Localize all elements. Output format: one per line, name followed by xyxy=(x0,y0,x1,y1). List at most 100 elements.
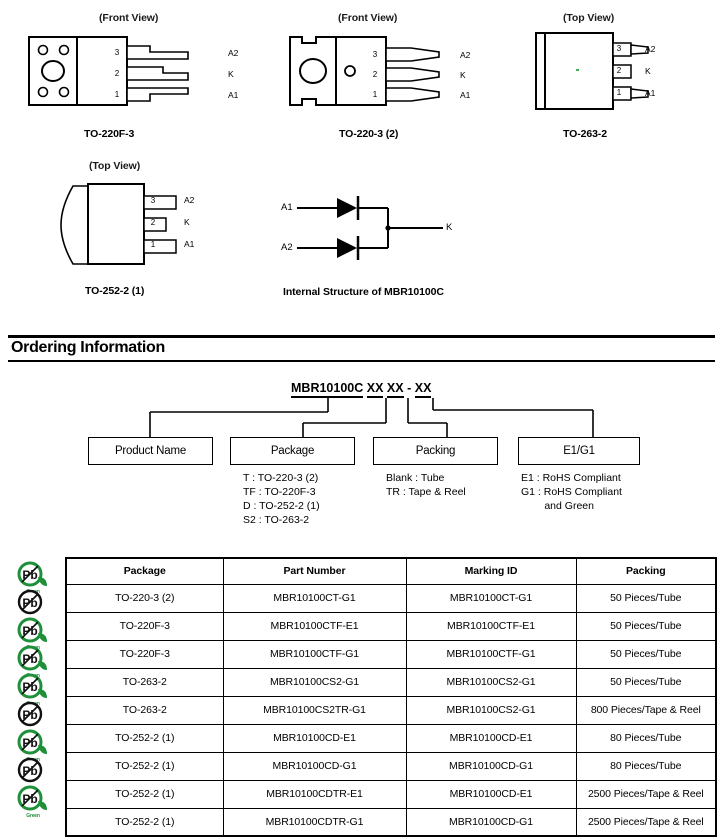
cell-part-number: MBR10100CS2-G1 xyxy=(222,667,407,697)
datasheet-page: (Front View) 3 2 1 A2 K A1 TO-220F-3 (Fr… xyxy=(0,0,723,839)
pb-green-icon: Pb xyxy=(16,673,50,701)
cell-packing: 80 Pieces/Tube xyxy=(575,723,717,753)
table-row: TO-252-2 (1) MBR10100CD-G1 MBR10100CD-G1… xyxy=(65,751,717,781)
cell-part-number: MBR10100CT-G1 xyxy=(222,583,407,613)
view-label-to-263-2: (Top View) xyxy=(563,12,615,24)
ordering-code-product: MBR10100C xyxy=(291,381,364,398)
pb-green-label: Green xyxy=(26,813,40,819)
ordering-table: Package Part Number Marking ID Packing T… xyxy=(65,557,717,837)
cell-packing: 50 Pieces/Tube xyxy=(575,611,717,641)
cell-packing: 800 Pieces/Tape & Reel xyxy=(575,695,717,725)
pin-number-to-220-3-2-3: 3 xyxy=(372,50,378,59)
pin-number-to-252-2-1-1: 1 xyxy=(150,240,156,249)
cell-part-number: MBR10100CS2TR-G1 xyxy=(222,695,407,725)
view-label-to-220-3-2: (Front View) xyxy=(338,12,398,24)
ordering-connector-lines xyxy=(85,398,645,438)
cell-packing: 80 Pieces/Tube xyxy=(575,751,717,781)
package-name-to-220f-3: TO-220F-3 xyxy=(84,128,135,140)
ordering-box-product-name: Product Name xyxy=(88,437,213,465)
table-header-package: Package xyxy=(65,557,224,585)
pb-green-icon: Pb xyxy=(16,561,50,589)
ordering-box-package: Package xyxy=(230,437,355,465)
package-name-to-263-2: TO-263-2 xyxy=(563,128,607,140)
pb-green-icon: Pb xyxy=(16,645,50,673)
ordering-box-grade-label: E1/G1 xyxy=(563,445,595,457)
pb-black-icon: Pb xyxy=(16,589,50,617)
pin-label-to-220f-3-a1: A1 xyxy=(228,90,239,100)
package-name-to-252-2-1: TO-252-2 (1) xyxy=(85,285,145,297)
pin-number-to-220-3-2-1: 1 xyxy=(372,90,378,99)
ordering-box-grade: E1/G1 xyxy=(518,437,640,465)
package-drawing-to-220f-3 xyxy=(28,36,228,108)
table-row: TO-252-2 (1) MBR10100CDTR-E1 MBR10100CD-… xyxy=(65,779,717,809)
pin-number-to-220f-3-2: 2 xyxy=(114,69,120,78)
cell-package: TO-220-3 (2) xyxy=(65,583,224,613)
ordering-box-packing-label: Packing xyxy=(415,445,456,457)
rohs-badge-column: Pb Green Pb Pb xyxy=(10,561,62,819)
pb-black-icon: Pb xyxy=(16,701,50,729)
ordering-notes-grade: E1 : RoHS Compliant G1 : RoHS Compliant … xyxy=(521,472,622,512)
cell-packing: 2500 Pieces/Tape & Reel xyxy=(575,779,717,809)
package-name-to-220-3-2: TO-220-3 (2) xyxy=(339,128,399,140)
section-rule-top xyxy=(8,335,715,338)
ordering-box-package-label: Package xyxy=(270,445,315,457)
pin-label-to-220-3-2-a2: A2 xyxy=(460,50,471,60)
table-header-row: Package Part Number Marking ID Packing xyxy=(65,557,717,585)
pb-black-icon: Pb xyxy=(16,757,50,785)
ordering-code-line: MBR10100C XX XX - XX xyxy=(291,381,432,398)
pin-label-to-220-3-2-k: K xyxy=(460,70,466,80)
pin-label-to-263-2-a1: A1 xyxy=(645,88,656,98)
ordering-code-grade: XX xyxy=(414,381,432,398)
pin-label-to-263-2-a2: A2 xyxy=(645,44,656,54)
cell-packing: 2500 Pieces/Tape & Reel xyxy=(575,807,717,837)
pin-label-to-220f-3-a2: A2 xyxy=(228,48,239,58)
ordering-notes-packing: Blank : Tube TR : Tape & Reel xyxy=(386,472,466,498)
cell-marking-id: MBR10100CD-G1 xyxy=(405,751,577,781)
cell-package: TO-252-2 (1) xyxy=(65,723,224,753)
cell-marking-id: MBR10100CS2-G1 xyxy=(405,667,577,697)
cell-package: TO-263-2 xyxy=(65,695,224,725)
pin-number-to-263-2-3: 3 xyxy=(616,44,622,53)
section-rule-bottom xyxy=(8,360,715,362)
cell-packing: 50 Pieces/Tube xyxy=(575,639,717,669)
cell-marking-id: MBR10100CS2-G1 xyxy=(405,695,577,725)
table-row: TO-252-2 (1) MBR10100CD-E1 MBR10100CD-E1… xyxy=(65,723,717,753)
pin-number-to-263-2-2: 2 xyxy=(616,66,622,75)
pin-label-to-252-2-1-a2: A2 xyxy=(184,195,195,205)
cell-packing: 50 Pieces/Tube xyxy=(575,667,717,697)
table-row: TO-220F-3 MBR10100CTF-G1 MBR10100CTF-G1 … xyxy=(65,639,717,669)
pin-label-to-220f-3-k: K xyxy=(228,69,234,79)
view-label-to-220f-3: (Front View) xyxy=(99,12,159,24)
pin-number-to-220f-3-3: 3 xyxy=(114,48,120,57)
pin-label-to-252-2-1-k: K xyxy=(184,217,190,227)
internal-cathode-label: K xyxy=(446,222,453,233)
table-header-part-number: Part Number xyxy=(222,557,407,585)
cell-marking-id: MBR10100CD-G1 xyxy=(405,807,577,837)
internal-anode2-label: A2 xyxy=(281,242,293,253)
view-label-to-252-2-1: (Top View) xyxy=(89,160,141,172)
cell-marking-id: MBR10100CD-E1 xyxy=(405,723,577,753)
pin-label-to-220-3-2-a1: A1 xyxy=(460,90,471,100)
ordering-code-package: XX xyxy=(366,381,384,398)
cell-marking-id: MBR10100CT-G1 xyxy=(405,583,577,613)
cell-part-number: MBR10100CDTR-E1 xyxy=(222,779,407,809)
internal-structure-diagram xyxy=(275,192,465,268)
internal-anode1-label: A1 xyxy=(281,202,293,213)
ordering-box-packing: Packing xyxy=(373,437,498,465)
cell-part-number: MBR10100CD-G1 xyxy=(222,751,407,781)
table-header-packing: Packing xyxy=(575,557,717,585)
ordering-code-packing: XX xyxy=(386,381,404,398)
pin-label-to-263-2-k: K xyxy=(645,66,651,76)
cell-package: TO-252-2 (1) xyxy=(65,807,224,837)
section-title-ordering-information: Ordering Information xyxy=(11,339,166,356)
ordering-notes-package: T : TO-220-3 (2) TF : TO-220F-3 D : TO-2… xyxy=(243,472,320,526)
pin-number-to-220f-3-1: 1 xyxy=(114,90,120,99)
pb-green-icon: Pb xyxy=(16,617,50,645)
cell-package: TO-220F-3 xyxy=(65,611,224,641)
pin-label-to-252-2-1-a1: A1 xyxy=(184,239,195,249)
cell-part-number: MBR10100CTF-G1 xyxy=(222,639,407,669)
table-header-marking-id: Marking ID xyxy=(405,557,577,585)
cell-part-number: MBR10100CDTR-G1 xyxy=(222,807,407,837)
pin-number-to-252-2-1-3: 3 xyxy=(150,196,156,205)
cell-package: TO-252-2 (1) xyxy=(65,779,224,809)
